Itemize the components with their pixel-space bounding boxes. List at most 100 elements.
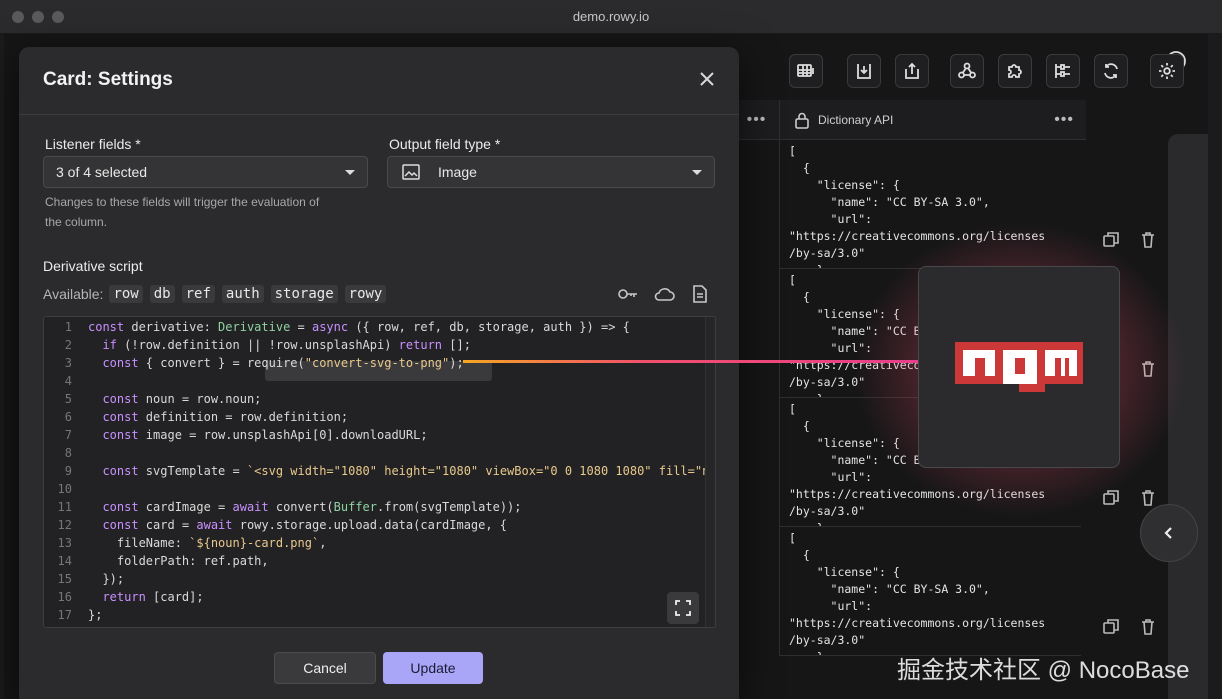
import-icon bbox=[857, 64, 871, 79]
available-vars: Available: row db ref auth storage rowy bbox=[43, 285, 393, 303]
code-text: const { convert } = require("convert-svg… bbox=[102, 356, 464, 370]
code-text: }; bbox=[88, 608, 103, 622]
delete-row-icon[interactable] bbox=[1139, 231, 1157, 249]
line-number: 4 bbox=[64, 374, 72, 388]
code-text: const image = row.unsplashApi[0].downloa… bbox=[102, 428, 428, 442]
column-menu-icon[interactable]: ••• bbox=[1054, 111, 1074, 129]
code-line: 14 folderPath: ref.path, bbox=[44, 552, 715, 570]
export-icon bbox=[905, 62, 919, 79]
cancel-button[interactable]: Cancel bbox=[274, 652, 376, 684]
table-settings-button[interactable] bbox=[1150, 54, 1184, 88]
line-number: 5 bbox=[64, 392, 72, 406]
settings-dialog: Card: Settings Listener fields * 3 of 4 … bbox=[19, 47, 739, 699]
cell-json: [ { "license": { "name": "CC BY-SA 3.0",… bbox=[789, 531, 1046, 655]
connector-line bbox=[463, 360, 921, 363]
available-chip: row bbox=[109, 285, 143, 303]
sync-icon bbox=[1104, 63, 1118, 79]
column-title: Dictionary API bbox=[818, 112, 894, 127]
extensions-button[interactable] bbox=[998, 54, 1032, 88]
table-cell[interactable]: [ { "license": { "name": "CC BY-SA 3.0",… bbox=[779, 527, 1081, 656]
import-button[interactable] bbox=[847, 54, 881, 88]
code-line: 8 bbox=[44, 444, 715, 462]
table-cell[interactable]: [ { "license": { "name": "CC BY-SA 3.0",… bbox=[779, 140, 1081, 269]
update-button[interactable]: Update bbox=[383, 652, 483, 684]
line-number: 3 bbox=[64, 356, 72, 370]
side-drawer bbox=[1168, 134, 1208, 699]
code-line: 15 }); bbox=[44, 570, 715, 588]
listener-fields-select[interactable]: 3 of 4 selected bbox=[43, 156, 368, 188]
code-text: fileName: `${noun}-card.png`, bbox=[88, 536, 327, 550]
close-dialog-button[interactable] bbox=[695, 67, 719, 91]
output-type-select[interactable]: Image bbox=[387, 156, 715, 188]
code-text: const derivative: Derivative = async ({ … bbox=[88, 320, 630, 334]
editor-scrollbar[interactable] bbox=[705, 317, 715, 627]
code-text: }); bbox=[88, 572, 125, 586]
available-label: Available: bbox=[43, 286, 104, 302]
webhooks-button[interactable] bbox=[950, 54, 984, 88]
line-number: 15 bbox=[57, 572, 72, 586]
export-button[interactable] bbox=[895, 54, 929, 88]
line-number: 13 bbox=[57, 536, 72, 550]
code-text: return [card]; bbox=[102, 590, 204, 604]
fullscreen-icon bbox=[675, 600, 691, 616]
code-line: 17}; bbox=[44, 606, 715, 624]
code-line: 12 const card = await rowy.storage.uploa… bbox=[44, 516, 715, 534]
cloud-logs-button[interactable] bbox=[1046, 54, 1080, 88]
code-line: 16 return [card]; bbox=[44, 588, 715, 606]
puzzle-icon bbox=[1008, 64, 1022, 78]
line-number: 12 bbox=[57, 518, 72, 532]
prev-column-header[interactable]: ••• bbox=[734, 100, 779, 140]
docs-icon[interactable] bbox=[691, 285, 713, 303]
table-icon bbox=[797, 64, 814, 77]
available-chip: storage bbox=[270, 285, 338, 303]
code-line: 4 bbox=[44, 372, 715, 390]
secrets-key-icon[interactable] bbox=[617, 285, 639, 303]
code-text: if (!row.definition || !row.unsplashApi)… bbox=[102, 338, 471, 352]
line-number: 8 bbox=[64, 446, 72, 460]
code-text: const svgTemplate = `<svg width="1080" h… bbox=[102, 464, 716, 478]
lock-icon bbox=[795, 112, 809, 129]
line-number: 16 bbox=[57, 590, 72, 604]
chevron-down-icon bbox=[692, 170, 702, 175]
expand-editor-button[interactable] bbox=[667, 592, 699, 624]
line-number: 11 bbox=[57, 500, 72, 514]
delete-row-icon[interactable] bbox=[1139, 360, 1157, 378]
npm-package-card: npm bbox=[918, 266, 1120, 468]
divider bbox=[19, 114, 739, 115]
helper-line: the column. bbox=[45, 215, 108, 229]
helper-line: Changes to these fields will trigger the… bbox=[45, 195, 320, 209]
delete-row-icon[interactable] bbox=[1139, 618, 1157, 636]
derivative-script-label: Derivative script bbox=[43, 258, 143, 274]
available-chip: rowy bbox=[344, 285, 387, 303]
line-number: 10 bbox=[57, 482, 72, 496]
output-type-label: Output field type * bbox=[389, 136, 501, 152]
chevron-left-icon bbox=[1164, 527, 1172, 539]
refresh-button[interactable] bbox=[1094, 54, 1128, 88]
delete-row-icon[interactable] bbox=[1139, 489, 1157, 507]
listener-fields-value: 3 of 4 selected bbox=[56, 164, 148, 180]
code-line: 7 const image = row.unsplashApi[0].downl… bbox=[44, 426, 715, 444]
webhook-icon bbox=[958, 62, 976, 79]
close-icon bbox=[700, 72, 714, 86]
duplicate-row-icon[interactable] bbox=[1102, 489, 1120, 507]
available-chip: auth bbox=[221, 285, 264, 303]
code-line: 2 if (!row.definition || !row.unsplashAp… bbox=[44, 336, 715, 354]
line-number: 1 bbox=[64, 320, 72, 334]
duplicate-row-icon[interactable] bbox=[1102, 618, 1120, 636]
tree-icon bbox=[1055, 64, 1070, 78]
code-text: folderPath: ref.path, bbox=[88, 554, 269, 568]
duplicate-row-icon[interactable] bbox=[1102, 231, 1120, 249]
code-line: 10 bbox=[44, 480, 715, 498]
gear-icon bbox=[1159, 63, 1175, 79]
browser-titlebar: demo.rowy.io bbox=[0, 0, 1222, 34]
cell-json: [ { "license": { "name": "CC BY-SA 3.0",… bbox=[789, 144, 1046, 268]
listener-helper-text: Changes to these fields will trigger the… bbox=[45, 192, 375, 232]
line-number: 17 bbox=[57, 608, 72, 622]
code-text: const definition = row.definition; bbox=[102, 410, 349, 424]
column-menu-icon[interactable]: ••• bbox=[747, 111, 767, 129]
table-view-button[interactable] bbox=[789, 54, 823, 88]
column-header-dictionary-api[interactable]: Dictionary API ••• bbox=[779, 100, 1086, 140]
listener-fields-label: Listener fields * bbox=[45, 136, 141, 152]
cloud-icon[interactable] bbox=[653, 285, 675, 303]
open-drawer-button[interactable] bbox=[1140, 504, 1198, 562]
